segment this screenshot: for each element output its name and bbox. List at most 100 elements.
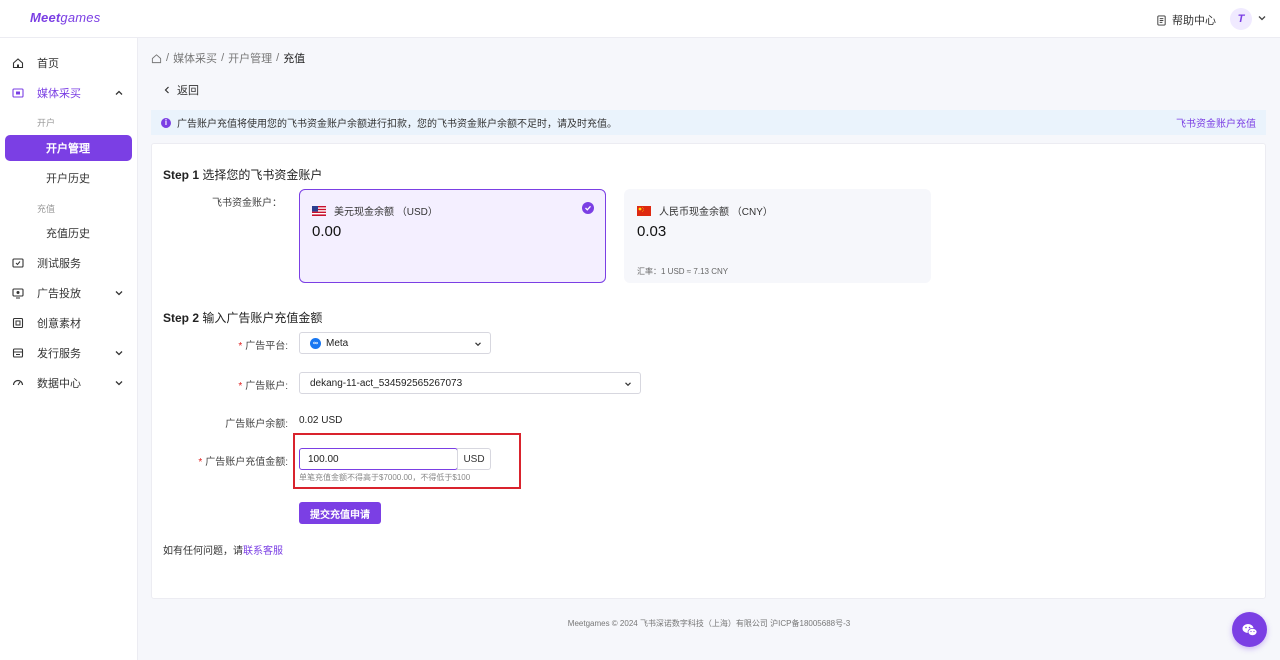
chat-support-button[interactable] xyxy=(1232,612,1267,647)
step2-text: 输入广告账户充值金额 xyxy=(202,311,323,325)
sidebar-item-label: 测试服务 xyxy=(37,258,81,270)
cny-account-card[interactable]: 人民币现金余额 （CNY） 0.03 汇率：1 USD ≈ 7.13 CNY xyxy=(624,189,931,283)
chevron-up-icon xyxy=(115,90,123,95)
platform-label: * 广告平台: xyxy=(238,341,288,352)
recharge-fund-link[interactable]: 飞书资金账户充值 xyxy=(1176,115,1256,130)
sidebar-item-account-history[interactable]: 开户历史 xyxy=(5,165,132,191)
sidebar-item-publish[interactable]: 发行服务 xyxy=(0,340,138,366)
help-center-label: 帮助中心 xyxy=(1172,15,1216,27)
ad-account-value: dekang-11-act_534592565267073 xyxy=(310,377,463,389)
step2-prefix: Step 2 xyxy=(163,311,200,325)
platform-select[interactable]: ∞ Meta xyxy=(299,332,491,354)
cny-account-header: 人民币现金余额 （CNY） xyxy=(637,203,773,218)
platform-value: Meta xyxy=(326,337,349,349)
recharge-form-card: Step 1 选择您的飞书资金账户 飞书资金账户： 美元现金余额 （USD） 0… xyxy=(151,143,1266,599)
exchange-rate: 汇率：1 USD ≈ 7.13 CNY xyxy=(637,267,729,276)
logo-main-text: Meet xyxy=(30,10,61,25)
chevron-down-icon xyxy=(115,381,123,386)
currency-unit: USD xyxy=(457,448,491,470)
sidebar-item-label: 广告投放 xyxy=(37,288,81,300)
cny-account-label: 人民币现金余额 （CNY） xyxy=(659,207,773,218)
breadcrumb: / 媒体采买 / 开户管理 / 充值 xyxy=(151,50,305,66)
meta-icon: ∞ xyxy=(310,337,321,349)
step1-text: 选择您的飞书资金账户 xyxy=(202,168,323,182)
breadcrumb-separator: / xyxy=(276,52,280,64)
ad-account-label-text: 广告账户: xyxy=(245,381,288,392)
balance-label: 广告账户余额: xyxy=(225,419,288,430)
sidebar-item-media[interactable]: 媒体采买 xyxy=(0,80,138,106)
usd-account-label: 美元现金余额 （USD） xyxy=(334,207,438,218)
sidebar: 首页 媒体采买 开户 开户管理 开户历史 充值 充值历史 测试服务 广告投放 创… xyxy=(0,38,138,660)
chevron-down-icon xyxy=(115,351,123,356)
breadcrumb-item-account[interactable]: 开户管理 xyxy=(228,50,272,66)
contact-prefix: 如有任何问题，请 xyxy=(163,546,243,557)
sidebar-item-creative[interactable]: 创意素材 xyxy=(0,310,138,336)
submit-recharge-button[interactable]: 提交充值申请 xyxy=(299,502,381,524)
recharge-amount-input[interactable]: 100.00 xyxy=(299,448,458,470)
breadcrumb-current: 充值 xyxy=(283,53,306,65)
usd-balance-amount: 0.00 xyxy=(312,223,342,240)
creative-icon xyxy=(12,317,24,329)
sidebar-item-data-center[interactable]: 数据中心 xyxy=(0,370,138,396)
chevron-down-icon xyxy=(115,291,123,296)
sidebar-item-test-service[interactable]: 测试服务 xyxy=(0,250,138,276)
amount-hint: 单笔充值金额不得高于$7000.00，不得低于$100 xyxy=(299,473,471,482)
chevron-down-icon xyxy=(475,342,481,347)
chevron-left-icon xyxy=(164,86,169,94)
ad-account-select[interactable]: dekang-11-act_534592565267073 xyxy=(299,372,641,394)
breadcrumb-separator: / xyxy=(221,52,225,64)
back-button[interactable]: 返回 xyxy=(163,82,199,98)
help-center-link[interactable]: 帮助中心 xyxy=(1156,12,1216,28)
sidebar-item-account-mgmt[interactable]: 开户管理 xyxy=(5,135,132,161)
usd-account-card[interactable]: 美元现金余额 （USD） 0.00 xyxy=(299,189,606,283)
top-bar: Meetgames 帮助中心 T xyxy=(0,0,1280,38)
notice-banner: i 广告账户充值将使用您的飞书资金账户余额进行扣款，您的飞书资金账户余额不足时，… xyxy=(151,110,1266,135)
sidebar-item-label: 发行服务 xyxy=(37,348,81,360)
sidebar-item-label: 首页 xyxy=(37,58,59,70)
usd-account-header: 美元现金余额 （USD） xyxy=(312,203,438,218)
media-icon xyxy=(12,88,24,98)
user-avatar[interactable]: T xyxy=(1230,8,1252,30)
publish-icon xyxy=(12,348,24,358)
us-flag-icon xyxy=(312,205,326,216)
sidebar-item-ad-delivery[interactable]: 广告投放 xyxy=(0,280,138,306)
step2-title: Step 2 输入广告账户充值金额 xyxy=(163,309,322,326)
contact-text: 如有任何问题，请联系客服 xyxy=(163,542,283,557)
recharge-amount-value: 100.00 xyxy=(308,453,339,465)
sidebar-item-label: 媒体采买 xyxy=(37,88,81,100)
sidebar-group-label: 充值 xyxy=(37,204,56,214)
breadcrumb-separator: / xyxy=(166,52,170,64)
check-icon xyxy=(582,202,594,214)
amount-label-text: 广告账户充值金额: xyxy=(205,457,288,468)
fund-account-label: 飞书资金账户： xyxy=(212,198,282,209)
breadcrumb-item-media[interactable]: 媒体采买 xyxy=(173,50,217,66)
chevron-down-icon[interactable] xyxy=(1257,13,1267,23)
brand-logo[interactable]: Meetgames xyxy=(30,10,100,25)
home-icon[interactable] xyxy=(151,53,162,64)
sidebar-group-label: 开户 xyxy=(37,118,56,128)
test-icon xyxy=(12,258,24,268)
ad-account-label: * 广告账户: xyxy=(238,381,288,392)
info-icon: i xyxy=(161,117,171,128)
notice-message: 广告账户充值将使用您的飞书资金账户余额进行扣款，您的飞书资金账户余额不足时，请及… xyxy=(177,119,617,130)
contact-support-link[interactable]: 联系客服 xyxy=(243,546,283,557)
sidebar-item-recharge-history[interactable]: 充值历史 xyxy=(5,220,132,246)
home-icon xyxy=(12,58,24,69)
sidebar-item-home[interactable]: 首页 xyxy=(0,50,138,76)
cny-balance-amount: 0.03 xyxy=(637,223,667,240)
data-icon xyxy=(12,379,24,386)
chevron-down-icon xyxy=(625,382,631,387)
back-label: 返回 xyxy=(177,85,199,97)
step1-title: Step 1 选择您的飞书资金账户 xyxy=(163,166,322,183)
sidebar-item-label: 创意素材 xyxy=(37,318,81,330)
platform-label-text: 广告平台: xyxy=(245,341,288,352)
cn-flag-icon xyxy=(637,205,651,216)
ad-account-balance: 0.02 USD xyxy=(299,415,343,426)
document-icon xyxy=(1157,14,1166,26)
wechat-icon xyxy=(1242,623,1257,636)
logo-sub-text: games xyxy=(60,10,101,25)
step1-prefix: Step 1 xyxy=(163,168,200,182)
amount-label: * 广告账户充值金额: xyxy=(198,457,288,468)
ad-icon xyxy=(12,288,24,299)
footer: Meetgames © 2024 飞书深诺数字科技（上海）有限公司 沪ICP备1… xyxy=(567,619,851,628)
